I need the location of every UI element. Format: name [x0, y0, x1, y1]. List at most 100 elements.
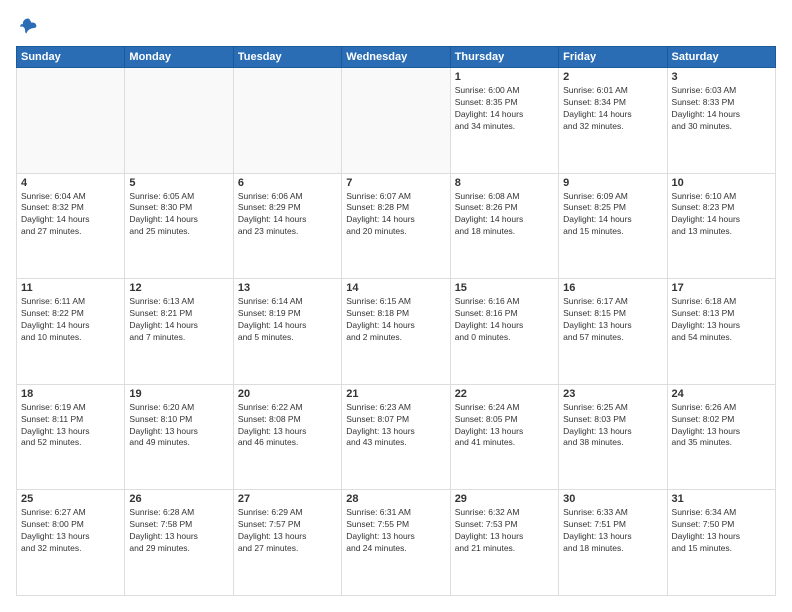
day-info: Sunrise: 6:08 AM Sunset: 8:26 PM Dayligh…	[455, 191, 554, 239]
day-info: Sunrise: 6:20 AM Sunset: 8:10 PM Dayligh…	[129, 402, 228, 450]
header-row: SundayMondayTuesdayWednesdayThursdayFrid…	[17, 47, 776, 68]
day-info: Sunrise: 6:09 AM Sunset: 8:25 PM Dayligh…	[563, 191, 662, 239]
col-header-wednesday: Wednesday	[342, 47, 450, 68]
day-cell: 2 Sunrise: 6:01 AM Sunset: 8:34 PM Daylig…	[559, 68, 667, 174]
day-info: Sunrise: 6:04 AM Sunset: 8:32 PM Dayligh…	[21, 191, 120, 239]
day-cell: 20 Sunrise: 6:22 AM Sunset: 8:08 PM Dayli…	[233, 384, 341, 490]
day-cell	[342, 68, 450, 174]
day-info: Sunrise: 6:11 AM Sunset: 8:22 PM Dayligh…	[21, 296, 120, 344]
day-number: 28	[346, 493, 445, 505]
day-cell	[233, 68, 341, 174]
day-cell: 21Sunrise: 6:23 AM Sunset: 8:07 PM Dayli…	[342, 384, 450, 490]
day-number: 18	[21, 388, 120, 400]
day-cell: 12 Sunrise: 6:13 AM Sunset: 8:21 PM Dayli…	[125, 279, 233, 385]
day-number: 17	[672, 282, 771, 294]
day-number: 3	[672, 71, 771, 83]
day-info: Sunrise: 6:17 AM Sunset: 8:15 PM Dayligh…	[563, 296, 662, 344]
day-number: 4	[21, 177, 120, 189]
day-info: Sunrise: 6:24 AM Sunset: 8:05 PM Dayligh…	[455, 402, 554, 450]
day-number: 20	[238, 388, 337, 400]
day-number: 13	[238, 282, 337, 294]
day-info: Sunrise: 6:16 AM Sunset: 8:16 PM Dayligh…	[455, 296, 554, 344]
day-cell: 14 Sunrise: 6:15 AM Sunset: 8:18 PM Dayli…	[342, 279, 450, 385]
day-number: 2	[563, 71, 662, 83]
day-cell: 25Sunrise: 6:27 AM Sunset: 8:00 PM Dayli…	[17, 490, 125, 596]
day-number: 14	[346, 282, 445, 294]
day-cell: 3Sunrise: 6:03 AM Sunset: 8:33 PM Daylig…	[667, 68, 775, 174]
col-header-friday: Friday	[559, 47, 667, 68]
day-cell: 19 Sunrise: 6:20 AM Sunset: 8:10 PM Dayli…	[125, 384, 233, 490]
day-cell: 6 Sunrise: 6:06 AM Sunset: 8:29 PM Daylig…	[233, 173, 341, 279]
day-info: Sunrise: 6:18 AM Sunset: 8:13 PM Dayligh…	[672, 296, 771, 344]
day-number: 24	[672, 388, 771, 400]
day-number: 8	[455, 177, 554, 189]
day-cell: 17 Sunrise: 6:18 AM Sunset: 8:13 PM Dayli…	[667, 279, 775, 385]
logo	[16, 16, 38, 36]
day-info: Sunrise: 6:19 AM Sunset: 8:11 PM Dayligh…	[21, 402, 120, 450]
day-cell: 23Sunrise: 6:25 AM Sunset: 8:03 PM Dayli…	[559, 384, 667, 490]
day-cell: 10 Sunrise: 6:10 AM Sunset: 8:23 PM Dayli…	[667, 173, 775, 279]
col-header-saturday: Saturday	[667, 47, 775, 68]
col-header-sunday: Sunday	[17, 47, 125, 68]
day-info: Sunrise: 6:06 AM Sunset: 8:29 PM Dayligh…	[238, 191, 337, 239]
day-number: 27	[238, 493, 337, 505]
day-info: Sunrise: 6:27 AM Sunset: 8:00 PM Dayligh…	[21, 507, 120, 555]
day-info: Sunrise: 6:25 AM Sunset: 8:03 PM Dayligh…	[563, 402, 662, 450]
day-info: Sunrise: 6:31 AM Sunset: 7:55 PM Dayligh…	[346, 507, 445, 555]
day-cell: 5 Sunrise: 6:05 AM Sunset: 8:30 PM Daylig…	[125, 173, 233, 279]
day-info: Sunrise: 6:26 AM Sunset: 8:02 PM Dayligh…	[672, 402, 771, 450]
day-cell: 8 Sunrise: 6:08 AM Sunset: 8:26 PM Daylig…	[450, 173, 558, 279]
day-info: Sunrise: 6:13 AM Sunset: 8:21 PM Dayligh…	[129, 296, 228, 344]
day-info: Sunrise: 6:15 AM Sunset: 8:18 PM Dayligh…	[346, 296, 445, 344]
day-number: 6	[238, 177, 337, 189]
day-info: Sunrise: 6:29 AM Sunset: 7:57 PM Dayligh…	[238, 507, 337, 555]
day-cell: 30Sunrise: 6:33 AM Sunset: 7:51 PM Dayli…	[559, 490, 667, 596]
day-cell: 13 Sunrise: 6:14 AM Sunset: 8:19 PM Dayli…	[233, 279, 341, 385]
week-row-2: 4 Sunrise: 6:04 AM Sunset: 8:32 PM Daylig…	[17, 173, 776, 279]
day-number: 22	[455, 388, 554, 400]
day-number: 5	[129, 177, 228, 189]
day-cell: 31Sunrise: 6:34 AM Sunset: 7:50 PM Dayli…	[667, 490, 775, 596]
day-number: 19	[129, 388, 228, 400]
day-info: Sunrise: 6:01 AM Sunset: 8:34 PM Dayligh…	[563, 85, 662, 133]
day-number: 29	[455, 493, 554, 505]
day-info: Sunrise: 6:28 AM Sunset: 7:58 PM Dayligh…	[129, 507, 228, 555]
day-number: 16	[563, 282, 662, 294]
day-info: Sunrise: 6:05 AM Sunset: 8:30 PM Dayligh…	[129, 191, 228, 239]
day-info: Sunrise: 6:07 AM Sunset: 8:28 PM Dayligh…	[346, 191, 445, 239]
day-info: Sunrise: 6:32 AM Sunset: 7:53 PM Dayligh…	[455, 507, 554, 555]
day-info: Sunrise: 6:00 AM Sunset: 8:35 PM Dayligh…	[455, 85, 554, 133]
day-cell: 15 Sunrise: 6:16 AM Sunset: 8:16 PM Dayli…	[450, 279, 558, 385]
day-info: Sunrise: 6:34 AM Sunset: 7:50 PM Dayligh…	[672, 507, 771, 555]
day-cell: 11 Sunrise: 6:11 AM Sunset: 8:22 PM Dayli…	[17, 279, 125, 385]
day-cell: 16 Sunrise: 6:17 AM Sunset: 8:15 PM Dayli…	[559, 279, 667, 385]
day-cell: 9Sunrise: 6:09 AM Sunset: 8:25 PM Daylig…	[559, 173, 667, 279]
day-info: Sunrise: 6:14 AM Sunset: 8:19 PM Dayligh…	[238, 296, 337, 344]
page: SundayMondayTuesdayWednesdayThursdayFrid…	[0, 0, 792, 612]
day-cell: 7 Sunrise: 6:07 AM Sunset: 8:28 PM Daylig…	[342, 173, 450, 279]
day-info: Sunrise: 6:33 AM Sunset: 7:51 PM Dayligh…	[563, 507, 662, 555]
day-number: 11	[21, 282, 120, 294]
day-number: 21	[346, 388, 445, 400]
header	[16, 16, 776, 36]
day-cell: 1Sunrise: 6:00 AM Sunset: 8:35 PM Daylig…	[450, 68, 558, 174]
day-info: Sunrise: 6:22 AM Sunset: 8:08 PM Dayligh…	[238, 402, 337, 450]
day-cell	[125, 68, 233, 174]
day-number: 15	[455, 282, 554, 294]
day-number: 12	[129, 282, 228, 294]
calendar-table: SundayMondayTuesdayWednesdayThursdayFrid…	[16, 46, 776, 596]
day-number: 7	[346, 177, 445, 189]
day-cell: 28 Sunrise: 6:31 AM Sunset: 7:55 PM Dayli…	[342, 490, 450, 596]
day-info: Sunrise: 6:10 AM Sunset: 8:23 PM Dayligh…	[672, 191, 771, 239]
col-header-monday: Monday	[125, 47, 233, 68]
logo-bird-icon	[18, 16, 38, 36]
week-row-4: 18 Sunrise: 6:19 AM Sunset: 8:11 PM Dayli…	[17, 384, 776, 490]
day-cell: 26 Sunrise: 6:28 AM Sunset: 7:58 PM Dayli…	[125, 490, 233, 596]
col-header-tuesday: Tuesday	[233, 47, 341, 68]
day-cell: 22 Sunrise: 6:24 AM Sunset: 8:05 PM Dayli…	[450, 384, 558, 490]
day-number: 26	[129, 493, 228, 505]
day-cell: 18 Sunrise: 6:19 AM Sunset: 8:11 PM Dayli…	[17, 384, 125, 490]
day-cell: 24 Sunrise: 6:26 AM Sunset: 8:02 PM Dayli…	[667, 384, 775, 490]
day-number: 10	[672, 177, 771, 189]
week-row-1: 1Sunrise: 6:00 AM Sunset: 8:35 PM Daylig…	[17, 68, 776, 174]
